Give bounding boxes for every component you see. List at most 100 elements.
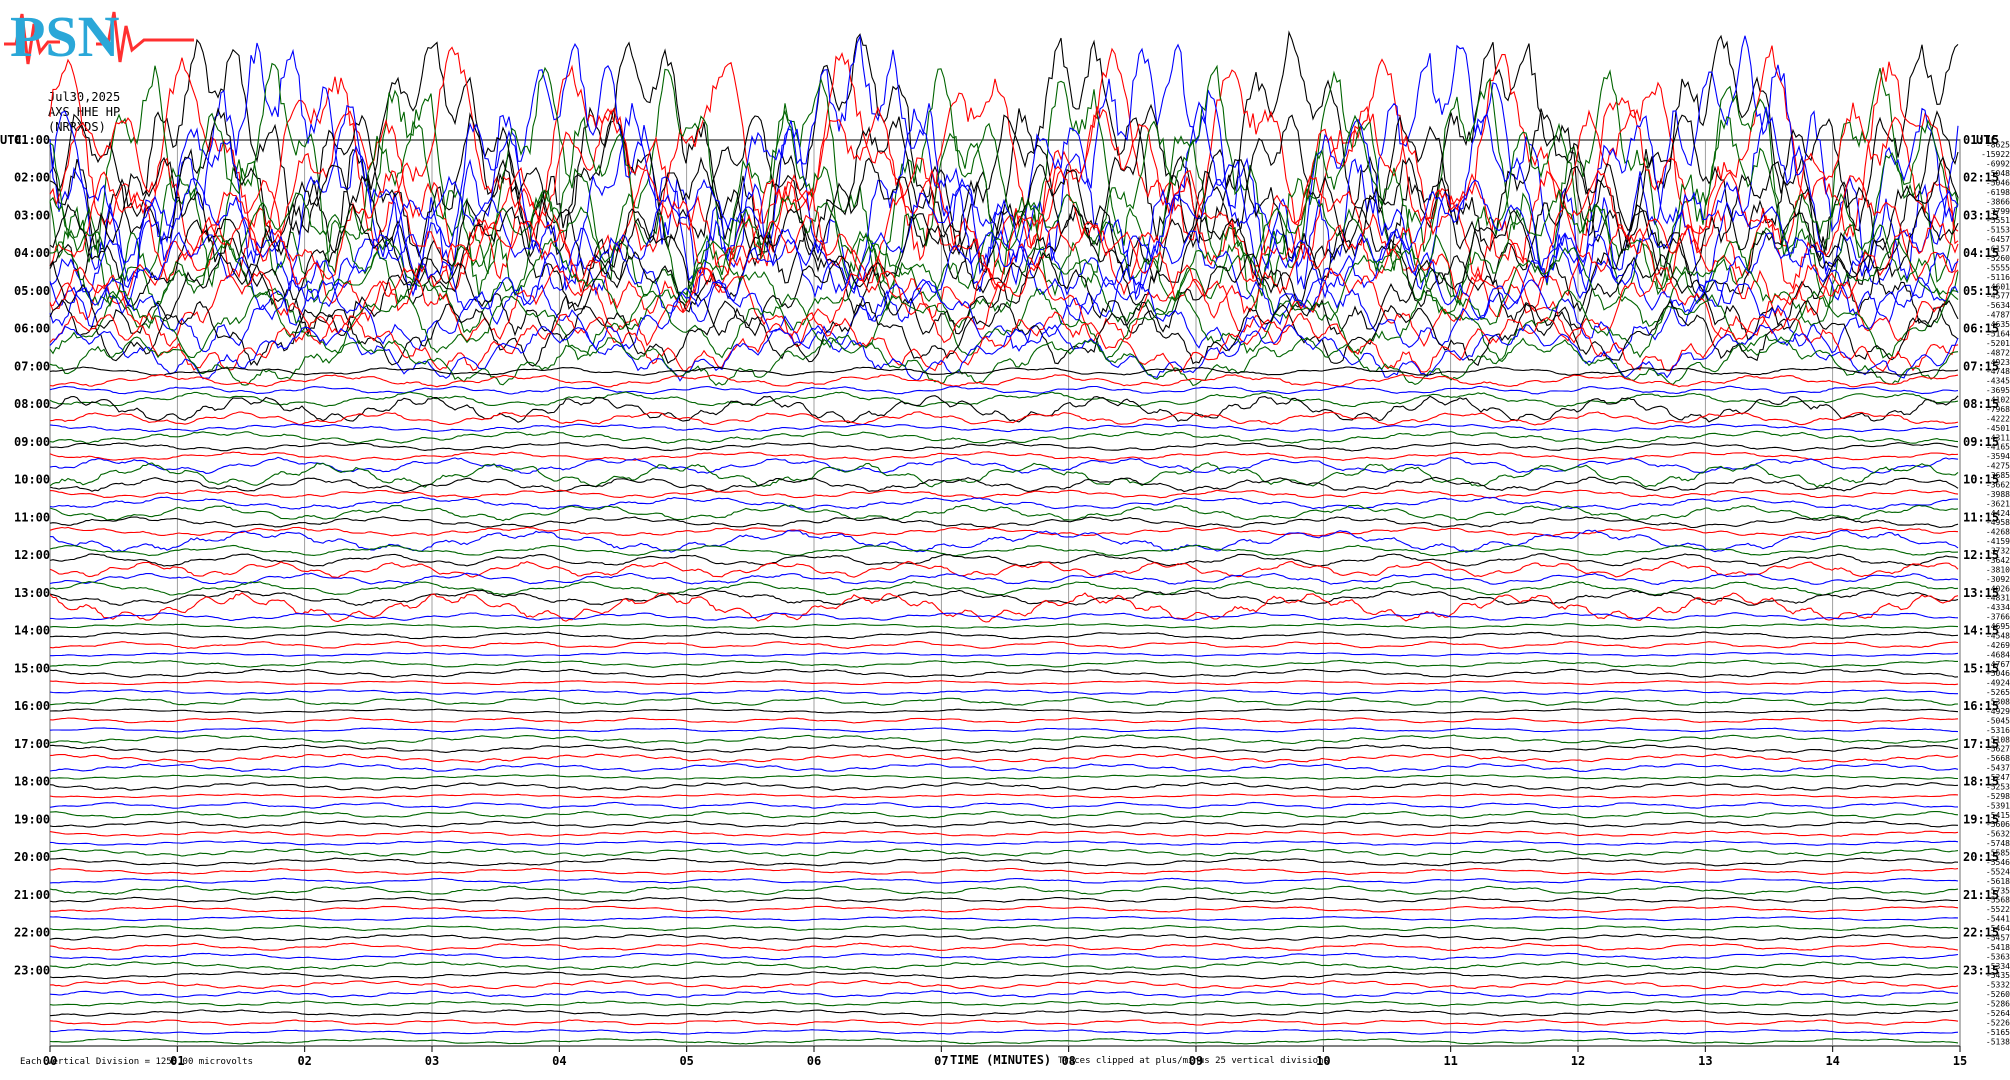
hour-label-left: 06:00 <box>14 322 50 336</box>
hour-label-right: 20:15 <box>1963 850 1999 864</box>
x-tick-label: 11 <box>1443 1054 1457 1068</box>
trace-line <box>49 395 1959 424</box>
trace-line <box>49 1019 1959 1026</box>
trace-line <box>49 1029 1959 1035</box>
trace-offset-label: -4269 <box>1986 641 2010 650</box>
trace-offset-label: -5522 <box>1986 905 2010 914</box>
x-tick-label: 12 <box>1571 1054 1585 1068</box>
trace-offset-label: -5165 <box>1986 1028 2010 1037</box>
trace-line <box>49 885 1959 896</box>
trace-offset-label: -5391 <box>1986 801 2010 810</box>
trace-line <box>49 451 1959 461</box>
hour-label-left: 08:00 <box>14 397 50 411</box>
hour-label-right: 18:15 <box>1963 775 1999 789</box>
trace-line <box>49 659 1958 668</box>
hour-label-right: 05:15 <box>1963 284 1999 298</box>
trace-offset-label: -6992 <box>1986 160 2010 169</box>
trace-line <box>49 896 1958 903</box>
trace-line <box>49 763 1959 773</box>
trace-offset-label: -4924 <box>1986 679 2010 688</box>
trace-line <box>49 572 1959 586</box>
trace-line <box>49 689 1958 695</box>
hour-label-right: 12:15 <box>1963 548 1999 562</box>
trace-line <box>49 589 1959 606</box>
trace-offset-label: -3810 <box>1986 565 2010 574</box>
trace-line <box>49 840 1959 846</box>
trace-offset-label: -4787 <box>1986 311 2010 320</box>
hour-label-left: 01:00 <box>14 133 50 147</box>
trace-line <box>49 323 1959 382</box>
hour-label-left: 16:00 <box>14 699 50 713</box>
trace-line <box>49 374 1959 388</box>
trace-offset-label: -3695 <box>1986 386 2010 395</box>
trace-line <box>49 734 1959 745</box>
trace-line <box>49 696 1959 706</box>
hour-label-left: 17:00 <box>14 737 50 751</box>
trace-offset-label: -3594 <box>1986 452 2010 461</box>
hour-label-left: 23:00 <box>14 963 50 977</box>
trace-offset-label: -5634 <box>1986 301 2010 310</box>
trace-line <box>49 942 1959 952</box>
trace-offset-label: -4159 <box>1986 537 2010 546</box>
trace-offset-label: -15922 <box>1981 150 2010 159</box>
x-tick-label: 02 <box>297 1054 311 1068</box>
trace-line <box>49 820 1959 828</box>
trace-line <box>49 782 1959 791</box>
trace-offset-label: -4684 <box>1986 650 2010 659</box>
trace-offset-label: -5153 <box>1986 226 2010 235</box>
trace-line <box>49 979 1959 990</box>
trace-offset-label: -5437 <box>1986 764 2010 773</box>
trace-line <box>49 708 1959 714</box>
hour-label-left: 20:00 <box>14 850 50 864</box>
hour-label-left: 09:00 <box>14 435 50 449</box>
helicorder-plot: 00 01 02 03 04 05 06 07 08 09 10 11 12 13 14 15-8625-15… <box>14 30 2010 1068</box>
trace-offset-label: -4501 <box>1986 424 2010 433</box>
hour-label-left: 22:00 <box>14 926 50 940</box>
trace-line <box>49 971 1959 980</box>
hour-label-left: 10:00 <box>14 473 50 487</box>
trace-offset-label: -5138 <box>1986 1037 2010 1046</box>
trace-line <box>49 489 1959 499</box>
hour-label-right: 10:15 <box>1963 473 1999 487</box>
trace-offset-label: -6198 <box>1986 188 2010 197</box>
trace-line <box>49 442 1959 452</box>
hour-label-left: 12:00 <box>14 548 50 562</box>
trace-line <box>49 299 1959 367</box>
trace-line <box>49 1037 1959 1045</box>
trace-offset-label: -5264 <box>1986 1009 2010 1018</box>
hour-label-right: 04:15 <box>1963 246 1999 260</box>
trace-line <box>49 810 1959 819</box>
trace-offset-label: -3766 <box>1986 613 2010 622</box>
x-tick-label: 14 <box>1825 1054 1839 1068</box>
trace-offset-label: -5418 <box>1986 943 2010 952</box>
trace-line <box>49 952 1959 961</box>
hour-label-right: 03:15 <box>1963 208 1999 222</box>
trace-line <box>49 462 1959 488</box>
trace-offset-label: -5441 <box>1986 915 2010 924</box>
trace-line <box>49 411 1959 426</box>
hour-label-left: 04:00 <box>14 246 50 260</box>
trace-line <box>49 801 1959 809</box>
hour-label-right: 15:15 <box>1963 661 1999 675</box>
trace-line <box>49 423 1959 433</box>
hour-label-left: 05:00 <box>14 284 50 298</box>
trace-offset-label: -5618 <box>1986 877 2010 886</box>
trace-offset-label: -5524 <box>1986 867 2010 876</box>
trace-offset-label: -3988 <box>1986 490 2010 499</box>
trace-line <box>49 560 1959 579</box>
trace-offset-label: -3866 <box>1986 197 2010 206</box>
trace-line <box>49 526 1959 537</box>
hour-label-left: 11:00 <box>14 510 50 524</box>
trace-line <box>49 529 1959 553</box>
hour-label-left: 02:00 <box>14 171 50 185</box>
trace-offset-label: -4275 <box>1986 462 2010 471</box>
trace-line <box>49 680 1959 686</box>
division-note: Each Vertical Division = 1250.00 microvo… <box>20 1057 253 1067</box>
trace-line <box>49 830 1959 837</box>
trace-line <box>49 476 1959 493</box>
trace-offset-label: -5555 <box>1986 263 2010 272</box>
trace-offset-label: -4222 <box>1986 414 2010 423</box>
trace-line <box>49 1009 1959 1017</box>
trace-line <box>49 668 1959 678</box>
hour-label-right: 02:15 <box>1963 171 1999 185</box>
